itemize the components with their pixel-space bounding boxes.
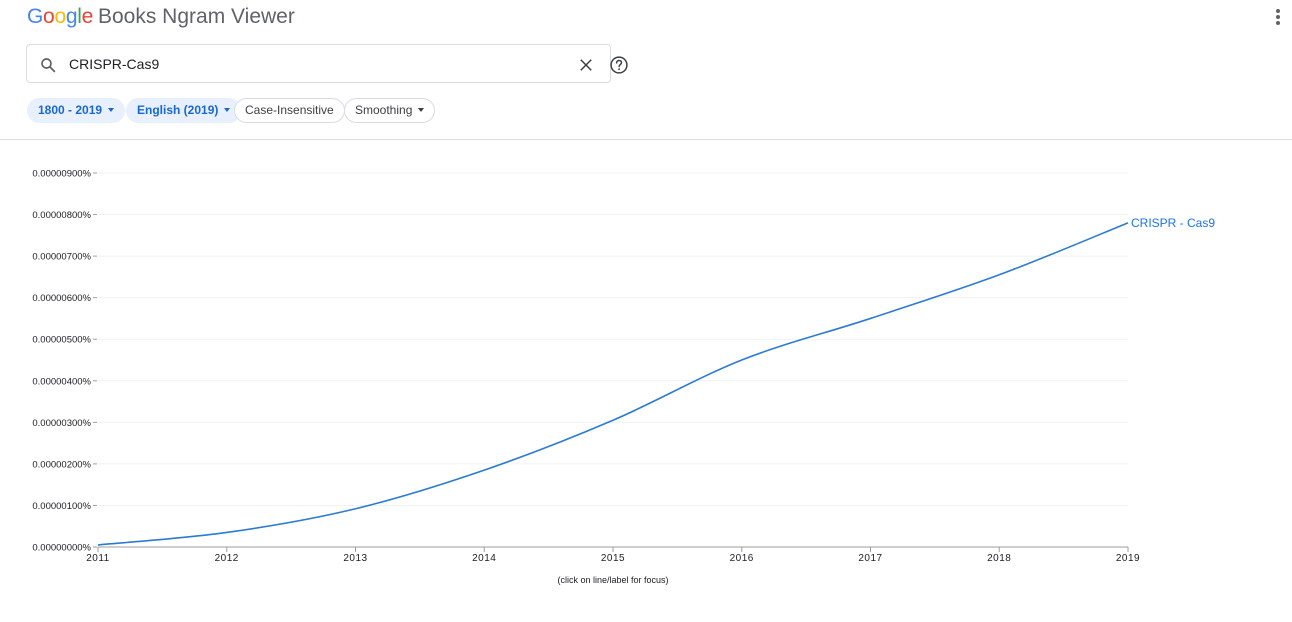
x-tick-label: 2019	[1116, 553, 1140, 564]
x-axis: 2011 2012 2013 2014 2015 2016 2017 2018 2019	[86, 546, 1140, 564]
case-insensitive-label: Case-Insensitive	[245, 103, 334, 117]
logo-letter: o	[54, 5, 66, 28]
case-insensitive-toggle[interactable]: Case-Insensitive	[234, 98, 345, 123]
year-range-dropdown[interactable]: 1800 - 2019	[27, 98, 126, 123]
y-tick-label: 0.00000300%	[32, 418, 91, 429]
series-line[interactable]	[97, 222, 1129, 546]
chart-footnote: (click on line/label for focus)	[557, 575, 669, 585]
dropdown-arrow-icon	[108, 107, 115, 112]
y-tick-label: 0.00000200%	[32, 459, 91, 470]
x-tick-label: 2012	[215, 553, 239, 564]
series-label[interactable]: CRISPR - Cas9	[1131, 216, 1215, 230]
smoothing-dropdown[interactable]: Smoothing	[344, 98, 436, 123]
y-tick-label: 0.00000100%	[32, 501, 91, 512]
logo-letter: e	[81, 5, 94, 28]
year-range-label: 1800 - 2019	[38, 103, 103, 117]
chart-grid	[98, 172, 1128, 506]
dropdown-arrow-icon	[224, 107, 231, 112]
help-icon[interactable]	[609, 55, 629, 75]
x-tick-label: 2014	[472, 553, 496, 564]
more-vert-icon[interactable]	[1270, 8, 1286, 28]
logo-letter: G	[27, 5, 44, 28]
corpus-label: English (2019)	[137, 103, 219, 117]
y-tick-label: 0.00000600%	[32, 293, 91, 304]
app-title: Books Ngram Viewer	[97, 5, 295, 28]
search-icon	[41, 58, 56, 73]
y-tick-label: 0.00000800%	[32, 210, 91, 221]
y-axis: 0.00000000% 0.00000100% 0.00000200% 0.00000…	[32, 169, 97, 554]
smoothing-label: Smoothing	[355, 103, 413, 117]
logo-letter: g	[65, 5, 78, 28]
y-tick-label: 0.00000700%	[32, 252, 91, 263]
google-books-ngram-logo[interactable]: Google Books Ngram Viewer	[27, 5, 295, 29]
close-icon[interactable]	[577, 56, 595, 74]
search-box[interactable]	[26, 44, 628, 83]
y-tick-label: 0.00000900%	[32, 169, 91, 180]
x-tick-label: 2017	[858, 553, 882, 564]
x-tick-label: 2011	[86, 553, 110, 564]
y-tick-label: 0.00000400%	[32, 376, 91, 387]
ngram-chart: 0.00000000% 0.00000100% 0.00000200% 0.00000…	[32, 169, 1215, 565]
dropdown-arrow-icon	[418, 107, 425, 112]
corpus-dropdown[interactable]: English (2019)	[126, 98, 242, 123]
y-tick-label: 0.00000500%	[32, 335, 91, 346]
logo-letter: o	[43, 5, 55, 28]
google-wordmark: Google	[27, 5, 93, 28]
x-tick-label: 2016	[730, 553, 754, 564]
x-tick-label: 2018	[987, 553, 1011, 564]
y-tick-label: 0.00000000%	[32, 543, 91, 554]
x-tick-label: 2013	[343, 553, 367, 564]
x-tick-label: 2015	[601, 553, 625, 564]
search-input[interactable]	[69, 54, 509, 74]
